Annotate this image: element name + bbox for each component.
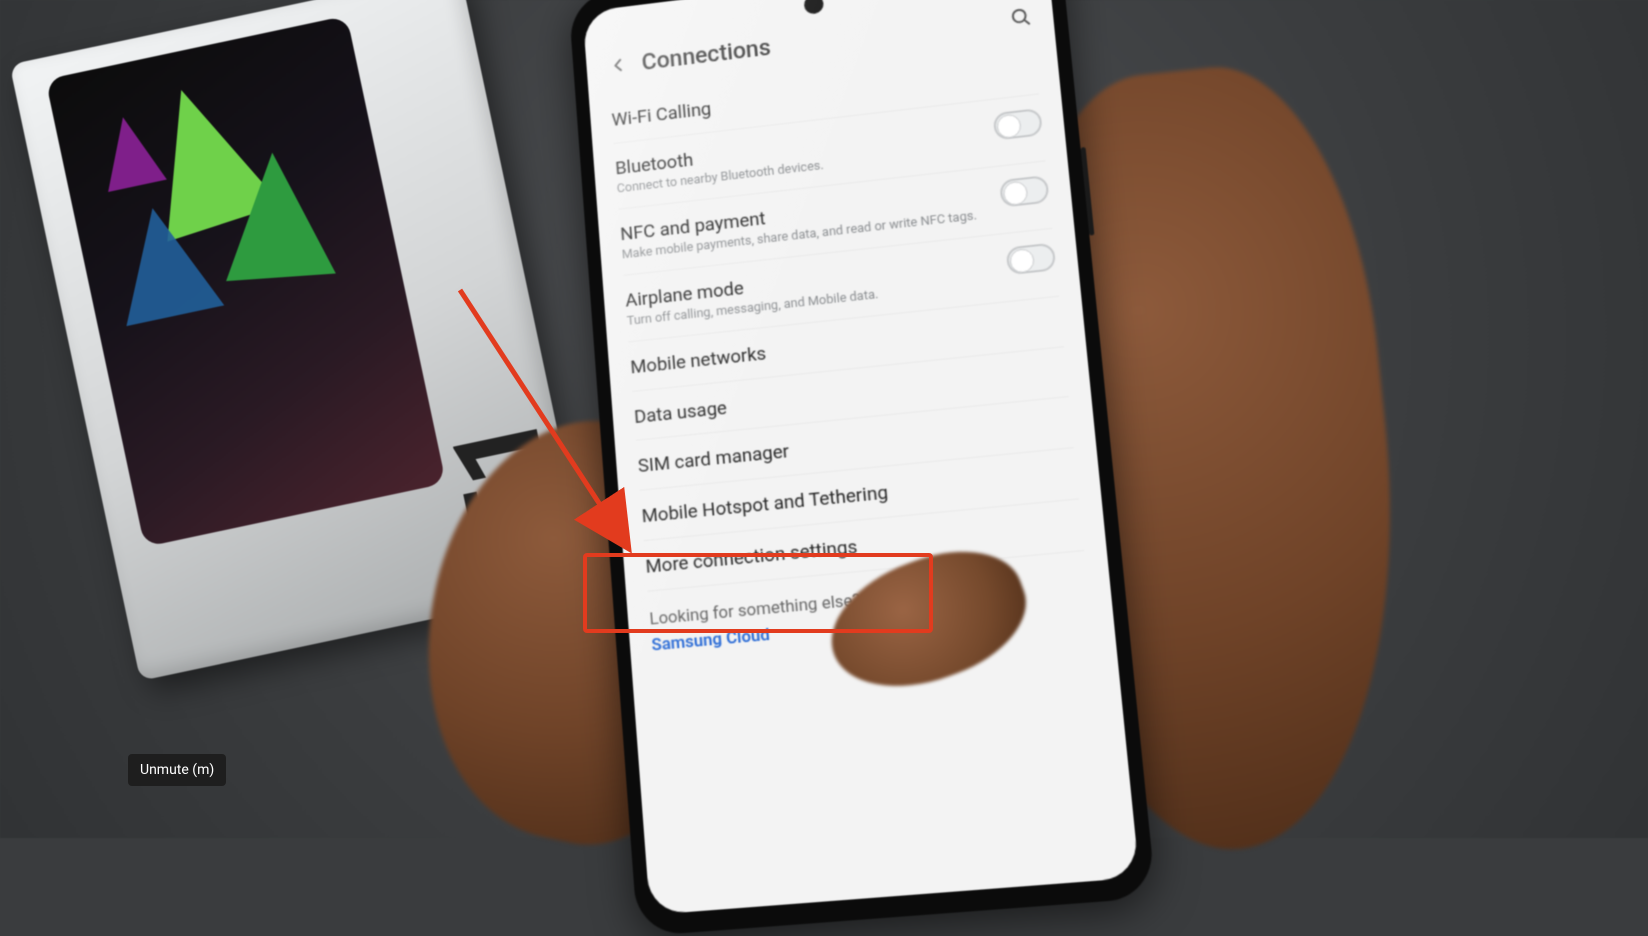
- nfc-toggle[interactable]: [999, 175, 1049, 208]
- settings-list: Wi-Fi Calling Bluetooth Connect to nearb…: [609, 41, 1090, 655]
- box-art-triangle: [217, 149, 335, 281]
- airplane-toggle[interactable]: [1006, 242, 1057, 275]
- bluetooth-toggle[interactable]: [993, 108, 1043, 141]
- phone-device: 35.4 Connections: [568, 0, 1156, 936]
- back-icon[interactable]: [607, 54, 629, 77]
- phone-screen: 35.4 Connections: [582, 0, 1139, 915]
- search-icon[interactable]: [1008, 5, 1032, 29]
- unmute-tooltip: Unmute (m): [128, 754, 226, 786]
- photo-background: M51 35.4: [0, 0, 1648, 838]
